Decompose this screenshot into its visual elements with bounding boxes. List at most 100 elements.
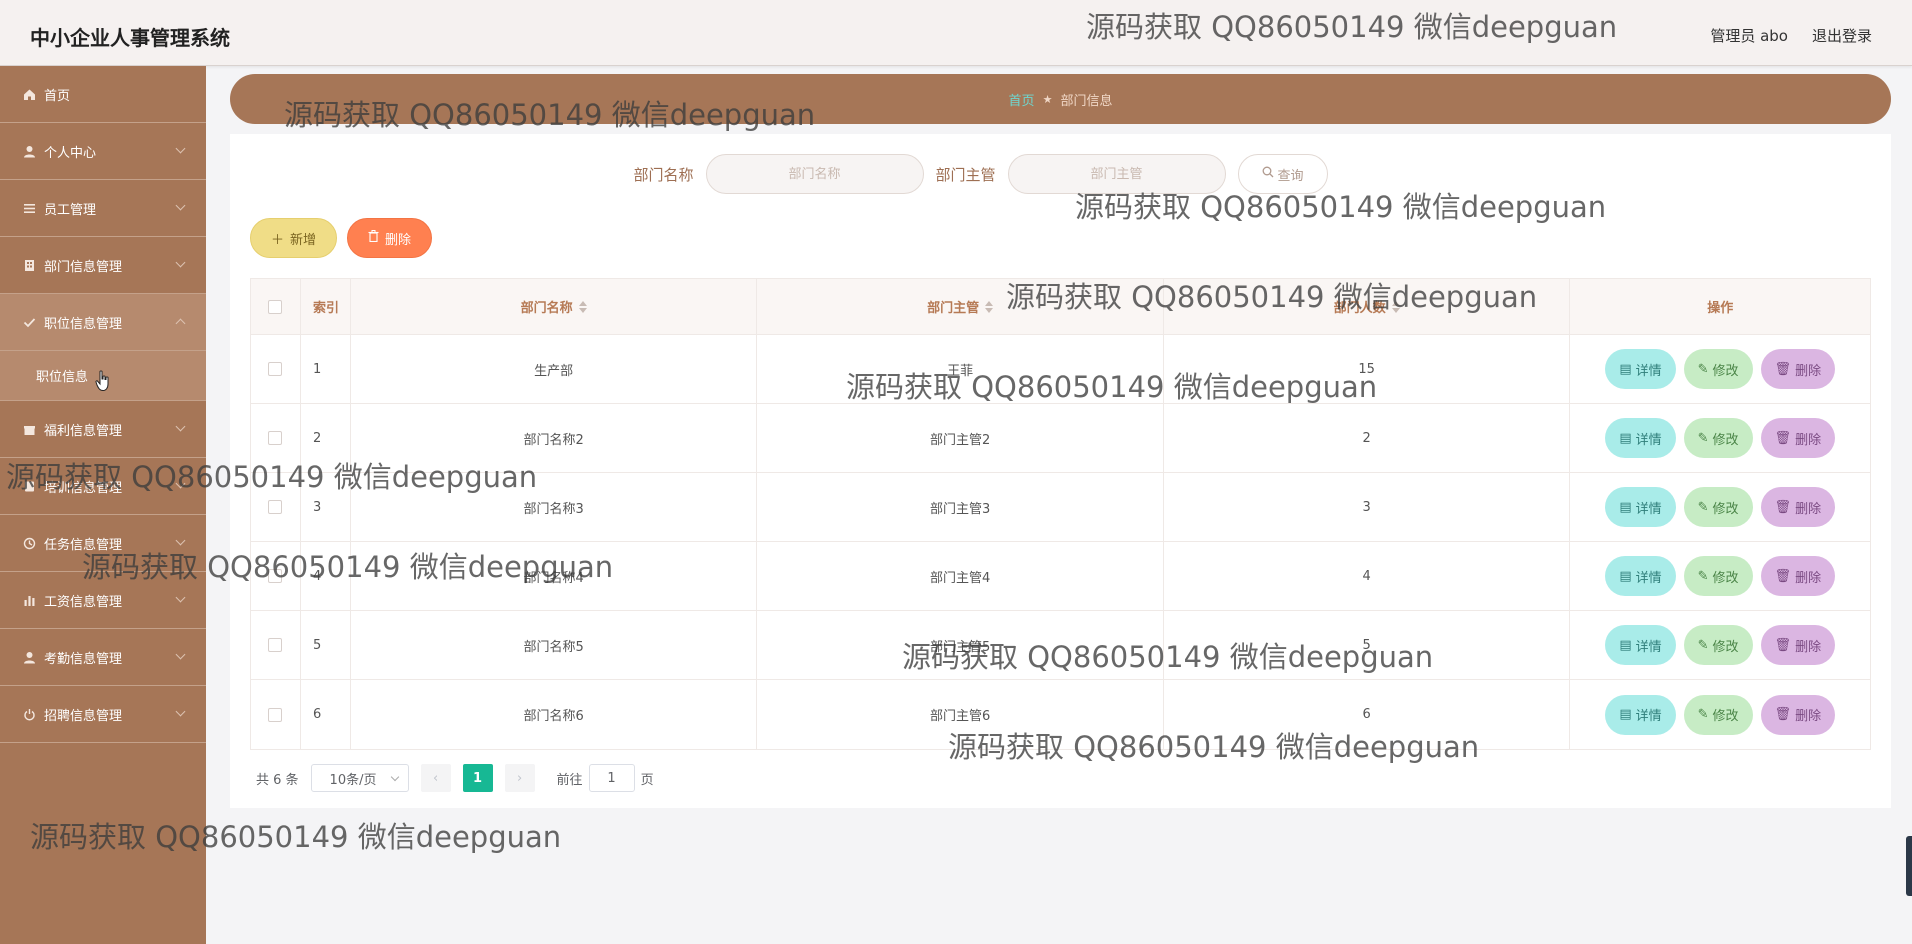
clock-icon xyxy=(22,536,36,550)
row-checkbox[interactable] xyxy=(268,500,283,514)
edit-button[interactable]: ✎ 修改 xyxy=(1683,556,1753,596)
edit-button[interactable]: ✎ 修改 xyxy=(1683,418,1753,458)
detail-button[interactable]: ▤ 详情 xyxy=(1605,418,1676,458)
edit-button[interactable]: ✎ 修改 xyxy=(1683,694,1753,735)
edit-button[interactable]: ✎ 修改 xyxy=(1683,349,1753,389)
page-number-current[interactable]: 1 xyxy=(462,764,493,792)
header-index: 索引 xyxy=(301,279,351,334)
sort-icon[interactable] xyxy=(578,300,587,313)
detail-button[interactable]: ▤ 详情 xyxy=(1605,625,1676,665)
dept-manager-input[interactable] xyxy=(1007,154,1226,194)
cell-ops: ▤ 详情 ✎ 修改 🗑 删除 xyxy=(1570,680,1870,749)
table-row: 2 部门名称2 部门主管2 2 ▤ 详情 ✎ 修改 🗑 删除 xyxy=(251,404,1870,473)
table-row: 6 部门名称6 部门主管6 6 ▤ 详情 ✎ 修改 🗑 删除 xyxy=(251,680,1870,749)
logout-link[interactable]: 退出登录 xyxy=(1812,25,1872,46)
row-checkbox[interactable] xyxy=(268,362,283,376)
sidebar-item-training[interactable]: 培训信息管理 xyxy=(0,458,206,515)
prev-page-button[interactable]: ‹ xyxy=(420,764,451,792)
row-checkbox[interactable] xyxy=(268,431,283,445)
sidebar-item-department[interactable]: 部门信息管理 xyxy=(0,237,206,294)
sidebar-item-employee[interactable]: 员工管理 xyxy=(0,180,206,237)
check-icon xyxy=(22,315,36,329)
delete-button[interactable]: 🗑 删除 xyxy=(1760,625,1836,665)
department-table: 索引 部门名称 部门主管 部门人数 操作 1 生产部 王菲 15 ▤ 详情 ✎ … xyxy=(250,278,1871,750)
sidebar-item-position[interactable]: 职位信息管理 xyxy=(0,294,206,351)
sort-icon[interactable] xyxy=(985,300,994,313)
delete-label: 删除 xyxy=(1795,639,1822,655)
goto-page-input[interactable] xyxy=(588,764,635,792)
row-checkbox-cell xyxy=(251,404,301,472)
sidebar-item-label: 招聘信息管理 xyxy=(44,708,123,724)
cell-dept-count: 15 xyxy=(1164,335,1571,403)
table-row: 5 部门名称5 部门主管5 5 ▤ 详情 ✎ 修改 🗑 删除 xyxy=(251,611,1870,680)
row-checkbox[interactable] xyxy=(268,707,283,722)
edit-label: 修改 xyxy=(1712,501,1739,517)
dept-name-input[interactable] xyxy=(705,154,924,194)
home-icon xyxy=(22,87,36,101)
edit-button[interactable]: ✎ 修改 xyxy=(1683,487,1753,527)
building-icon xyxy=(22,258,36,272)
header-ops: 操作 xyxy=(1707,301,1734,316)
row-checkbox-cell xyxy=(251,542,301,610)
detail-button[interactable]: ▤ 详情 xyxy=(1605,487,1676,527)
edit-button[interactable]: ✎ 修改 xyxy=(1683,625,1753,665)
bulk-delete-button[interactable]: 删除 xyxy=(347,218,433,258)
trash-icon: 🗑 xyxy=(1774,637,1792,653)
detail-button[interactable]: ▤ 详情 xyxy=(1605,556,1676,596)
sidebar-item-welfare[interactable]: 福利信息管理 xyxy=(0,401,206,458)
delete-button[interactable]: 🗑 删除 xyxy=(1760,694,1836,735)
breadcrumb-home[interactable]: 首页 xyxy=(1009,90,1035,109)
sidebar-item-label: 培训信息管理 xyxy=(44,480,123,496)
delete-button[interactable]: 🗑 删除 xyxy=(1760,556,1836,596)
detail-button[interactable]: ▤ 详情 xyxy=(1605,349,1676,389)
cell-dept-manager: 部门主管5 xyxy=(757,611,1164,679)
add-button[interactable]: ＋ 新增 xyxy=(250,218,338,258)
sidebar-item-personal-center[interactable]: 个人中心 xyxy=(0,123,206,180)
select-all-checkbox[interactable] xyxy=(268,299,283,314)
book-icon xyxy=(22,479,36,493)
cell-dept-manager: 部门主管4 xyxy=(757,542,1164,610)
sidebar-item-home[interactable]: 首页 xyxy=(0,66,206,123)
edit-label: 修改 xyxy=(1712,363,1739,379)
row-checkbox[interactable] xyxy=(268,638,283,652)
document-icon: ▤ xyxy=(1619,707,1632,722)
sidebar-item-label: 福利信息管理 xyxy=(44,423,123,439)
pagination: 共 6 条 10条/页 ‹ 1 › 前往 页 xyxy=(256,764,654,792)
current-user[interactable]: 管理员 abo xyxy=(1710,25,1788,46)
cell-dept-name: 生产部 xyxy=(351,335,758,403)
query-button[interactable]: 查询 xyxy=(1237,154,1328,194)
delete-button[interactable]: 🗑 删除 xyxy=(1760,487,1836,527)
chevron-down-icon xyxy=(175,143,186,154)
power-icon xyxy=(22,707,36,721)
edit-label: 修改 xyxy=(1712,639,1739,655)
trash-icon: 🗑 xyxy=(1774,568,1792,584)
delete-button[interactable]: 🗑 删除 xyxy=(1760,349,1836,389)
breadcrumb-current: 部门信息 xyxy=(1060,93,1113,109)
row-checkbox[interactable] xyxy=(268,569,283,583)
main-panel: 部门名称 部门主管 查询 ＋ 新增 删除 索引 部门名称 xyxy=(230,134,1891,808)
user-icon xyxy=(22,144,36,158)
header-dept-count[interactable]: 部门人数 xyxy=(1164,279,1571,334)
sort-icon[interactable] xyxy=(1391,300,1400,313)
sidebar-item-attendance[interactable]: 考勤信息管理 xyxy=(0,629,206,686)
header-dept-name[interactable]: 部门名称 xyxy=(351,279,758,334)
cell-index: 2 xyxy=(301,404,351,472)
page-size-select[interactable]: 10条/页 xyxy=(310,764,409,792)
scrollbar-handle[interactable] xyxy=(1906,836,1912,896)
cell-dept-name: 部门名称6 xyxy=(351,680,758,749)
sidebar-item-recruit[interactable]: 招聘信息管理 xyxy=(0,686,206,743)
detail-label: 详情 xyxy=(1635,639,1662,655)
detail-button[interactable]: ▤ 详情 xyxy=(1605,694,1676,735)
cell-dept-count: 2 xyxy=(1164,404,1571,472)
header-dept-manager[interactable]: 部门主管 xyxy=(757,279,1164,334)
table-row: 3 部门名称3 部门主管3 3 ▤ 详情 ✎ 修改 🗑 删除 xyxy=(251,473,1870,542)
sidebar-item-task[interactable]: 任务信息管理 xyxy=(0,515,206,572)
next-page-button[interactable]: › xyxy=(504,764,535,792)
sidebar-item-salary[interactable]: 工资信息管理 xyxy=(0,572,206,629)
delete-button[interactable]: 🗑 删除 xyxy=(1760,418,1836,458)
detail-label: 详情 xyxy=(1635,363,1662,379)
cell-dept-name: 部门名称4 xyxy=(351,542,758,610)
cell-dept-manager: 部门主管2 xyxy=(757,404,1164,472)
sidebar-item-label: 员工管理 xyxy=(44,202,97,218)
sidebar-item-label: 部门信息管理 xyxy=(44,259,123,275)
